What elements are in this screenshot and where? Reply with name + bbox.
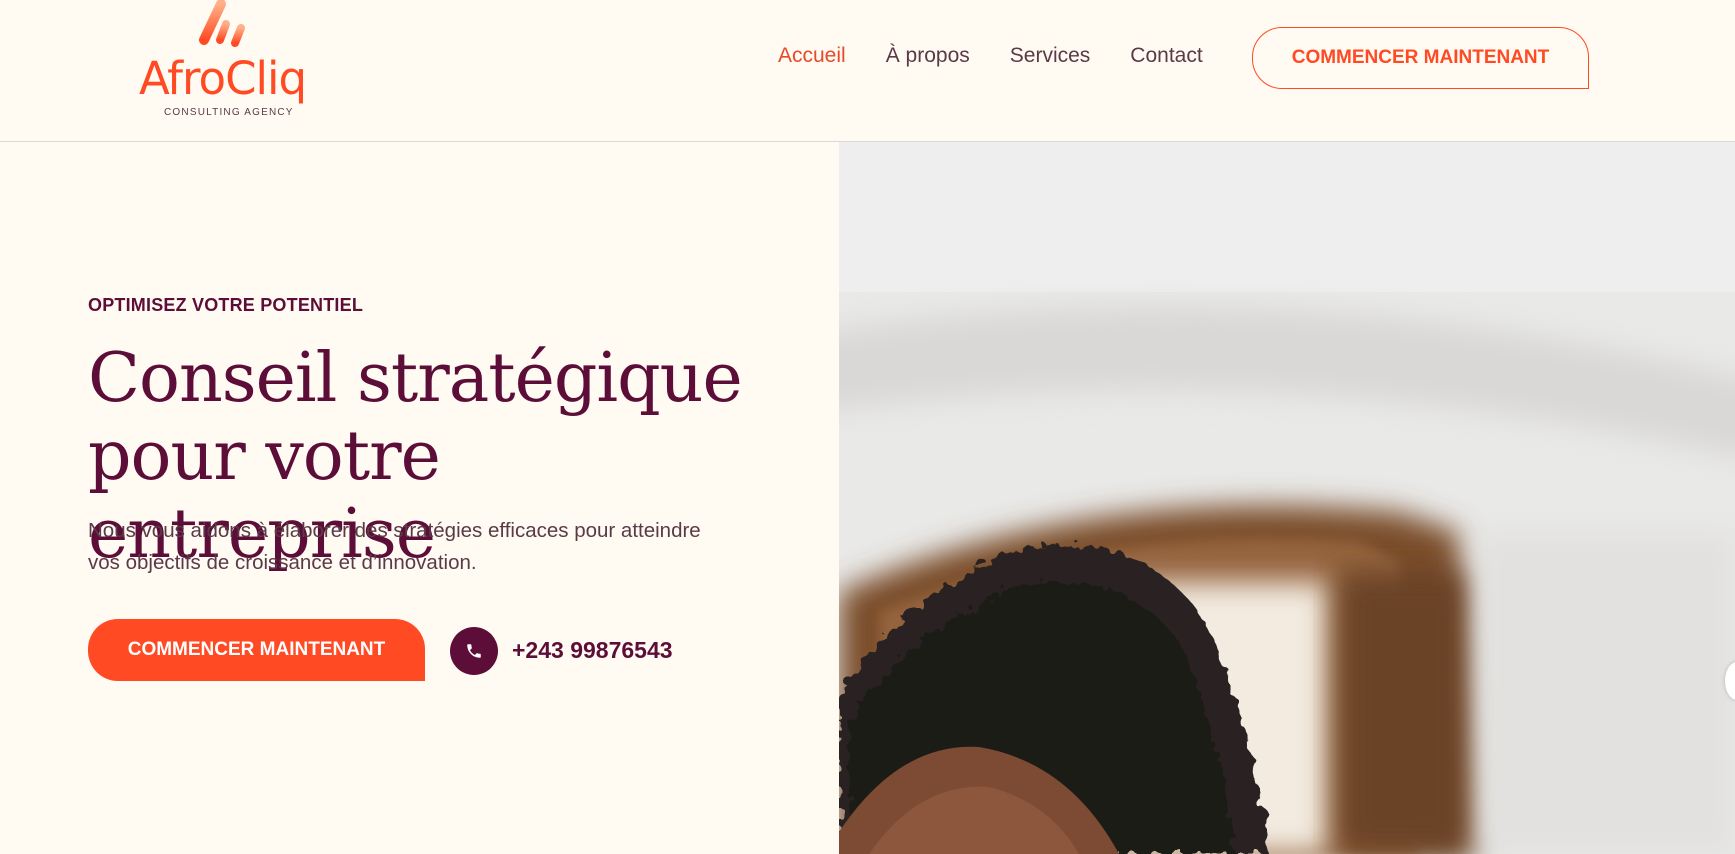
nav-item-a-propos[interactable]: À propos [886,44,970,68]
hero-eyebrow: OPTIMISEZ VOTRE POTENTIEL [88,295,364,315]
phone-icon[interactable] [450,627,498,675]
main-nav: Accueil À propos Services Contact [778,44,1203,68]
logo-mark-icon [199,0,245,47]
nav-item-contact[interactable]: Contact [1130,44,1202,68]
phone-glyph-icon [467,644,481,658]
site-header: AfroCliq CONSULTING AGENCY Accueil À pro… [0,0,1735,142]
header-cta-button[interactable]: COMMENCER MAINTENANT [1252,27,1589,89]
phone-number-link[interactable]: +243 99876543 [512,637,673,664]
brand-tagline: CONSULTING AGENCY [164,107,294,118]
hero-cta-button[interactable]: COMMENCER MAINTENANT [88,619,425,681]
brand-name: AfroCliq [139,52,307,105]
hero-photo-illustration [839,142,1735,854]
nav-item-accueil[interactable]: Accueil [778,44,846,68]
hero-photo [839,142,1735,854]
hero-description: Nous vous aidons à élaborer des stratégi… [88,519,701,574]
afrocliq-logo[interactable]: AfroCliq CONSULTING AGENCY [135,0,325,125]
nav-item-services[interactable]: Services [1010,44,1091,68]
hero-title-line-1: Conseil stratégique [88,339,743,418]
